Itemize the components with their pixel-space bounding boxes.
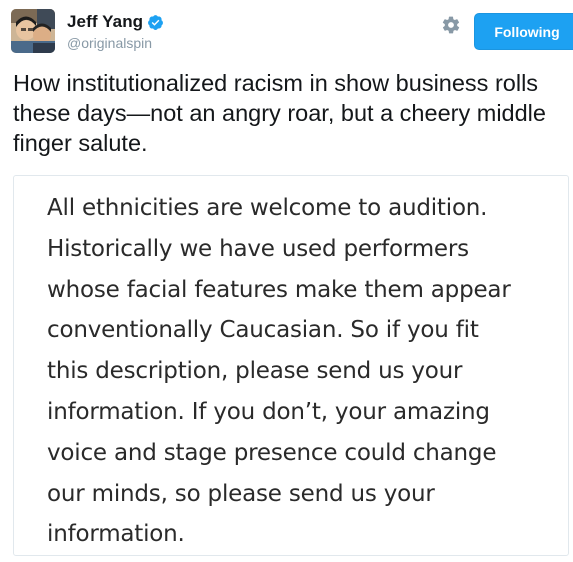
- avatar-image: [11, 9, 55, 53]
- media-card[interactable]: All ethnicities are welcome to audition.…: [13, 175, 569, 556]
- avatar[interactable]: [11, 9, 55, 53]
- display-name-row: Jeff Yang: [67, 12, 164, 32]
- tweet-text: How institutionalized racism in show bus…: [13, 70, 546, 156]
- display-name[interactable]: Jeff Yang: [67, 12, 143, 32]
- user-names: Jeff Yang @originalspin: [67, 12, 164, 51]
- gear-icon[interactable]: [441, 15, 461, 35]
- tweet: Jeff Yang @originalspin Following How in…: [0, 0, 573, 562]
- user-handle[interactable]: @originalspin: [67, 35, 164, 51]
- following-button[interactable]: Following: [474, 13, 573, 50]
- verified-badge-icon: [147, 14, 164, 31]
- tweet-header: Jeff Yang @originalspin Following: [11, 9, 573, 55]
- media-image-text: All ethnicities are welcome to audition.…: [47, 195, 511, 548]
